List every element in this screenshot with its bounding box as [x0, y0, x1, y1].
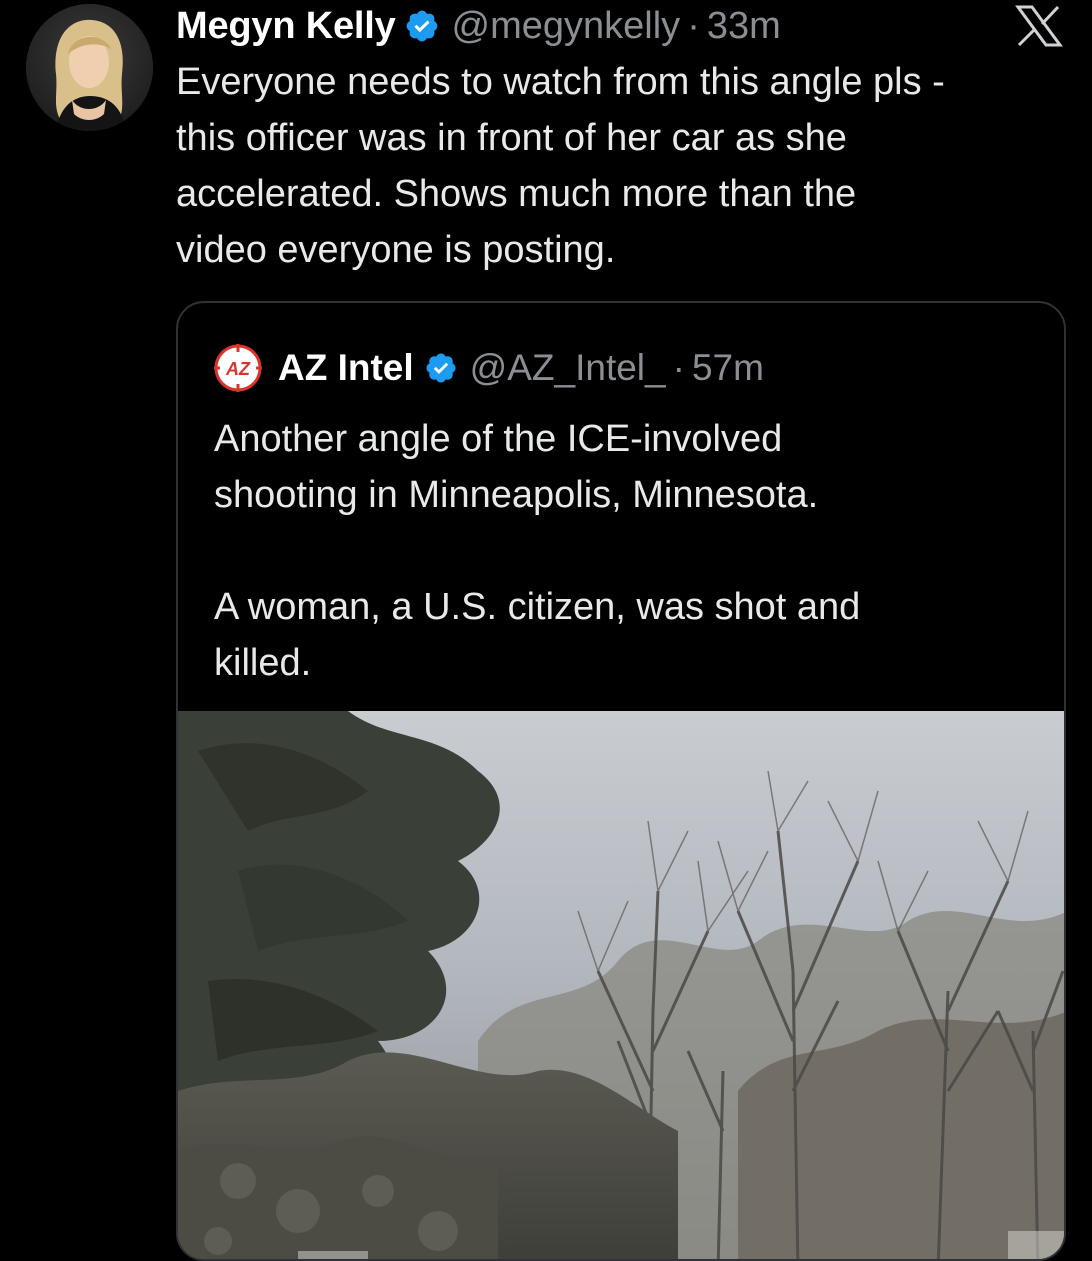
tweet-timestamp[interactable]: 33m	[707, 5, 781, 48]
quoted-tweet-header: AZ AZ Intel @AZ_Intel_ · 57m	[214, 343, 764, 393]
quoted-author-handle[interactable]: @AZ_Intel_	[470, 347, 666, 389]
quoted-tweet-text: Another angle of the ICE-involved shooti…	[214, 418, 861, 684]
tweet-header: Megyn Kelly @megynkelly · 33m	[176, 0, 781, 52]
x-logo-icon	[1014, 4, 1064, 48]
verified-badge-icon	[424, 351, 458, 385]
author-avatar-image	[26, 4, 153, 131]
quoted-author-avatar[interactable]: AZ	[214, 344, 262, 392]
video-frame-trees	[178, 711, 1064, 1259]
author-handle[interactable]: @megynkelly	[452, 5, 681, 48]
quoted-tweet-timestamp[interactable]: 57m	[692, 347, 764, 389]
quoted-author-display-name[interactable]: AZ Intel	[278, 347, 414, 389]
quoted-tweet-video[interactable]	[178, 711, 1064, 1259]
tweet-text: Everyone needs to watch from this angle …	[176, 61, 945, 271]
quoted-tweet-card[interactable]: AZ AZ Intel @AZ_Intel_ · 57m Another ang…	[176, 301, 1066, 1261]
quoted-meta-separator: ·	[672, 347, 685, 388]
verified-badge-icon	[404, 8, 440, 44]
meta-separator: ·	[687, 4, 700, 47]
tweet: Megyn Kelly @megynkelly · 33m Everyone n…	[0, 0, 1092, 1261]
author-avatar[interactable]	[26, 4, 153, 131]
author-display-name[interactable]: Megyn Kelly	[176, 5, 396, 48]
quoted-avatar-text: AZ	[225, 359, 251, 379]
